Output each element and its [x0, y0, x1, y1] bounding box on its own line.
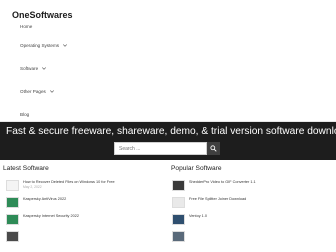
list-item[interactable]: Free File Splitter Joiner Download	[172, 197, 246, 208]
post-thumbnail[interactable]	[172, 197, 185, 208]
nav-item-software[interactable]: Software	[20, 66, 140, 89]
chevron-down-icon	[63, 44, 67, 47]
search-input[interactable]	[114, 142, 207, 155]
search-button[interactable]	[207, 142, 220, 155]
nav-item-home[interactable]: Home	[20, 24, 140, 43]
list-item[interactable]: Ventoy 1.0	[172, 214, 207, 225]
site-title[interactable]: OneSoftwares	[12, 10, 73, 20]
post-date: May 2, 2022	[23, 185, 42, 189]
post-title[interactable]: Free File Splitter Joiner Download	[189, 197, 246, 201]
nav-item-operating-systems[interactable]: Operating Systems	[20, 43, 140, 66]
chevron-down-icon	[42, 67, 47, 70]
latest-software-heading: Latest Software	[3, 165, 49, 172]
main-nav: Home Operating Systems Software Other Pa…	[20, 24, 140, 135]
post-thumbnail[interactable]	[6, 231, 19, 242]
list-item[interactable]: Kaspersky Internet Security 2022	[6, 214, 79, 225]
post-thumbnail[interactable]	[172, 214, 185, 225]
post-title[interactable]: Ventoy 1.0	[189, 214, 207, 218]
post-thumbnail[interactable]	[172, 180, 185, 191]
search-form	[114, 142, 220, 155]
list-item[interactable]: Kaspersky AntiVirus 2022	[6, 197, 66, 208]
nav-item-label: Blog	[20, 112, 30, 117]
post-title[interactable]: Kaspersky Internet Security 2022	[23, 214, 79, 218]
nav-item-label: Home	[20, 24, 33, 29]
list-item[interactable]: How to Recover Deleted Files on Windows …	[6, 180, 115, 191]
post-title[interactable]: How to Recover Deleted Files on Windows …	[23, 180, 115, 184]
post-thumbnail[interactable]	[172, 231, 185, 242]
post-thumbnail[interactable]	[6, 180, 19, 191]
post-thumbnail[interactable]	[6, 214, 19, 225]
popular-software-heading: Popular Software	[171, 165, 222, 172]
hero-title: Fast & secure freeware, shareware, demo,…	[6, 126, 336, 137]
list-item[interactable]: ShedderPro Video to GIF Converter 1.1	[172, 180, 256, 191]
nav-item-label: Software	[20, 66, 39, 71]
post-thumbnail[interactable]	[6, 197, 19, 208]
list-item[interactable]	[172, 231, 189, 242]
list-item[interactable]	[6, 231, 23, 242]
post-title[interactable]: ShedderPro Video to GIF Converter 1.1	[189, 180, 256, 184]
post-title[interactable]: Kaspersky AntiVirus 2022	[23, 197, 66, 201]
nav-item-label: Operating Systems	[20, 43, 60, 48]
nav-item-other-pages[interactable]: Other Pages	[20, 89, 140, 112]
search-icon	[210, 145, 217, 152]
chevron-down-icon	[49, 90, 54, 93]
nav-item-label: Other Pages	[20, 89, 46, 94]
